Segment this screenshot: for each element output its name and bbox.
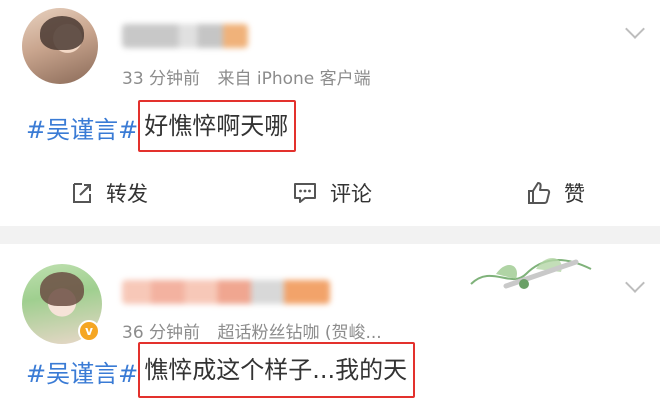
highlighted-text: 好憔悴啊天哪 (138, 100, 297, 152)
username-blurred[interactable] (122, 280, 330, 304)
post-time: 36 分钟前 (122, 323, 201, 343)
post-content: #吴谨言# 憔悴成这个样子...我的天 (26, 342, 416, 398)
comment-label: 评论 (330, 182, 372, 206)
chevron-down-icon[interactable] (625, 273, 645, 293)
post-source: 超话粉丝钻咖 (贺峻... (217, 323, 382, 343)
decorative-card-icon (470, 257, 592, 289)
post-meta: 33 分钟前 来自 iPhone 客户端 (122, 64, 383, 89)
like-button[interactable]: 赞 (526, 170, 585, 216)
thumbs-up-icon (528, 182, 551, 204)
avatar[interactable] (22, 8, 98, 84)
share-icon (73, 183, 91, 203)
like-label: 赞 (564, 182, 585, 206)
post-separator (0, 226, 660, 244)
comment-icon (294, 183, 316, 203)
verified-badge-icon: v (78, 320, 100, 342)
comment-button[interactable]: 评论 (292, 170, 372, 216)
topic-link[interactable]: #吴谨言# (26, 116, 138, 144)
post-content: #吴谨言# 好憔悴啊天哪 (26, 100, 297, 152)
highlighted-text: 憔悴成这个样子...我的天 (138, 342, 416, 398)
action-bar: 转发 评论 赞 (0, 170, 660, 216)
post-meta: 36 分钟前 超话粉丝钻咖 (贺峻... (122, 318, 394, 343)
repost-button[interactable]: 转发 (70, 170, 148, 216)
chevron-down-icon[interactable] (625, 19, 645, 39)
username-blurred[interactable] (122, 24, 248, 48)
topic-link[interactable]: #吴谨言# (26, 360, 138, 388)
repost-label: 转发 (106, 182, 148, 206)
post-source: 来自 iPhone 客户端 (217, 69, 371, 89)
post-time: 33 分钟前 (122, 69, 201, 89)
weibo-post-1: 33 分钟前 来自 iPhone 客户端 #吴谨言#好憔悴啊天哪 转发 评论 (0, 0, 660, 226)
